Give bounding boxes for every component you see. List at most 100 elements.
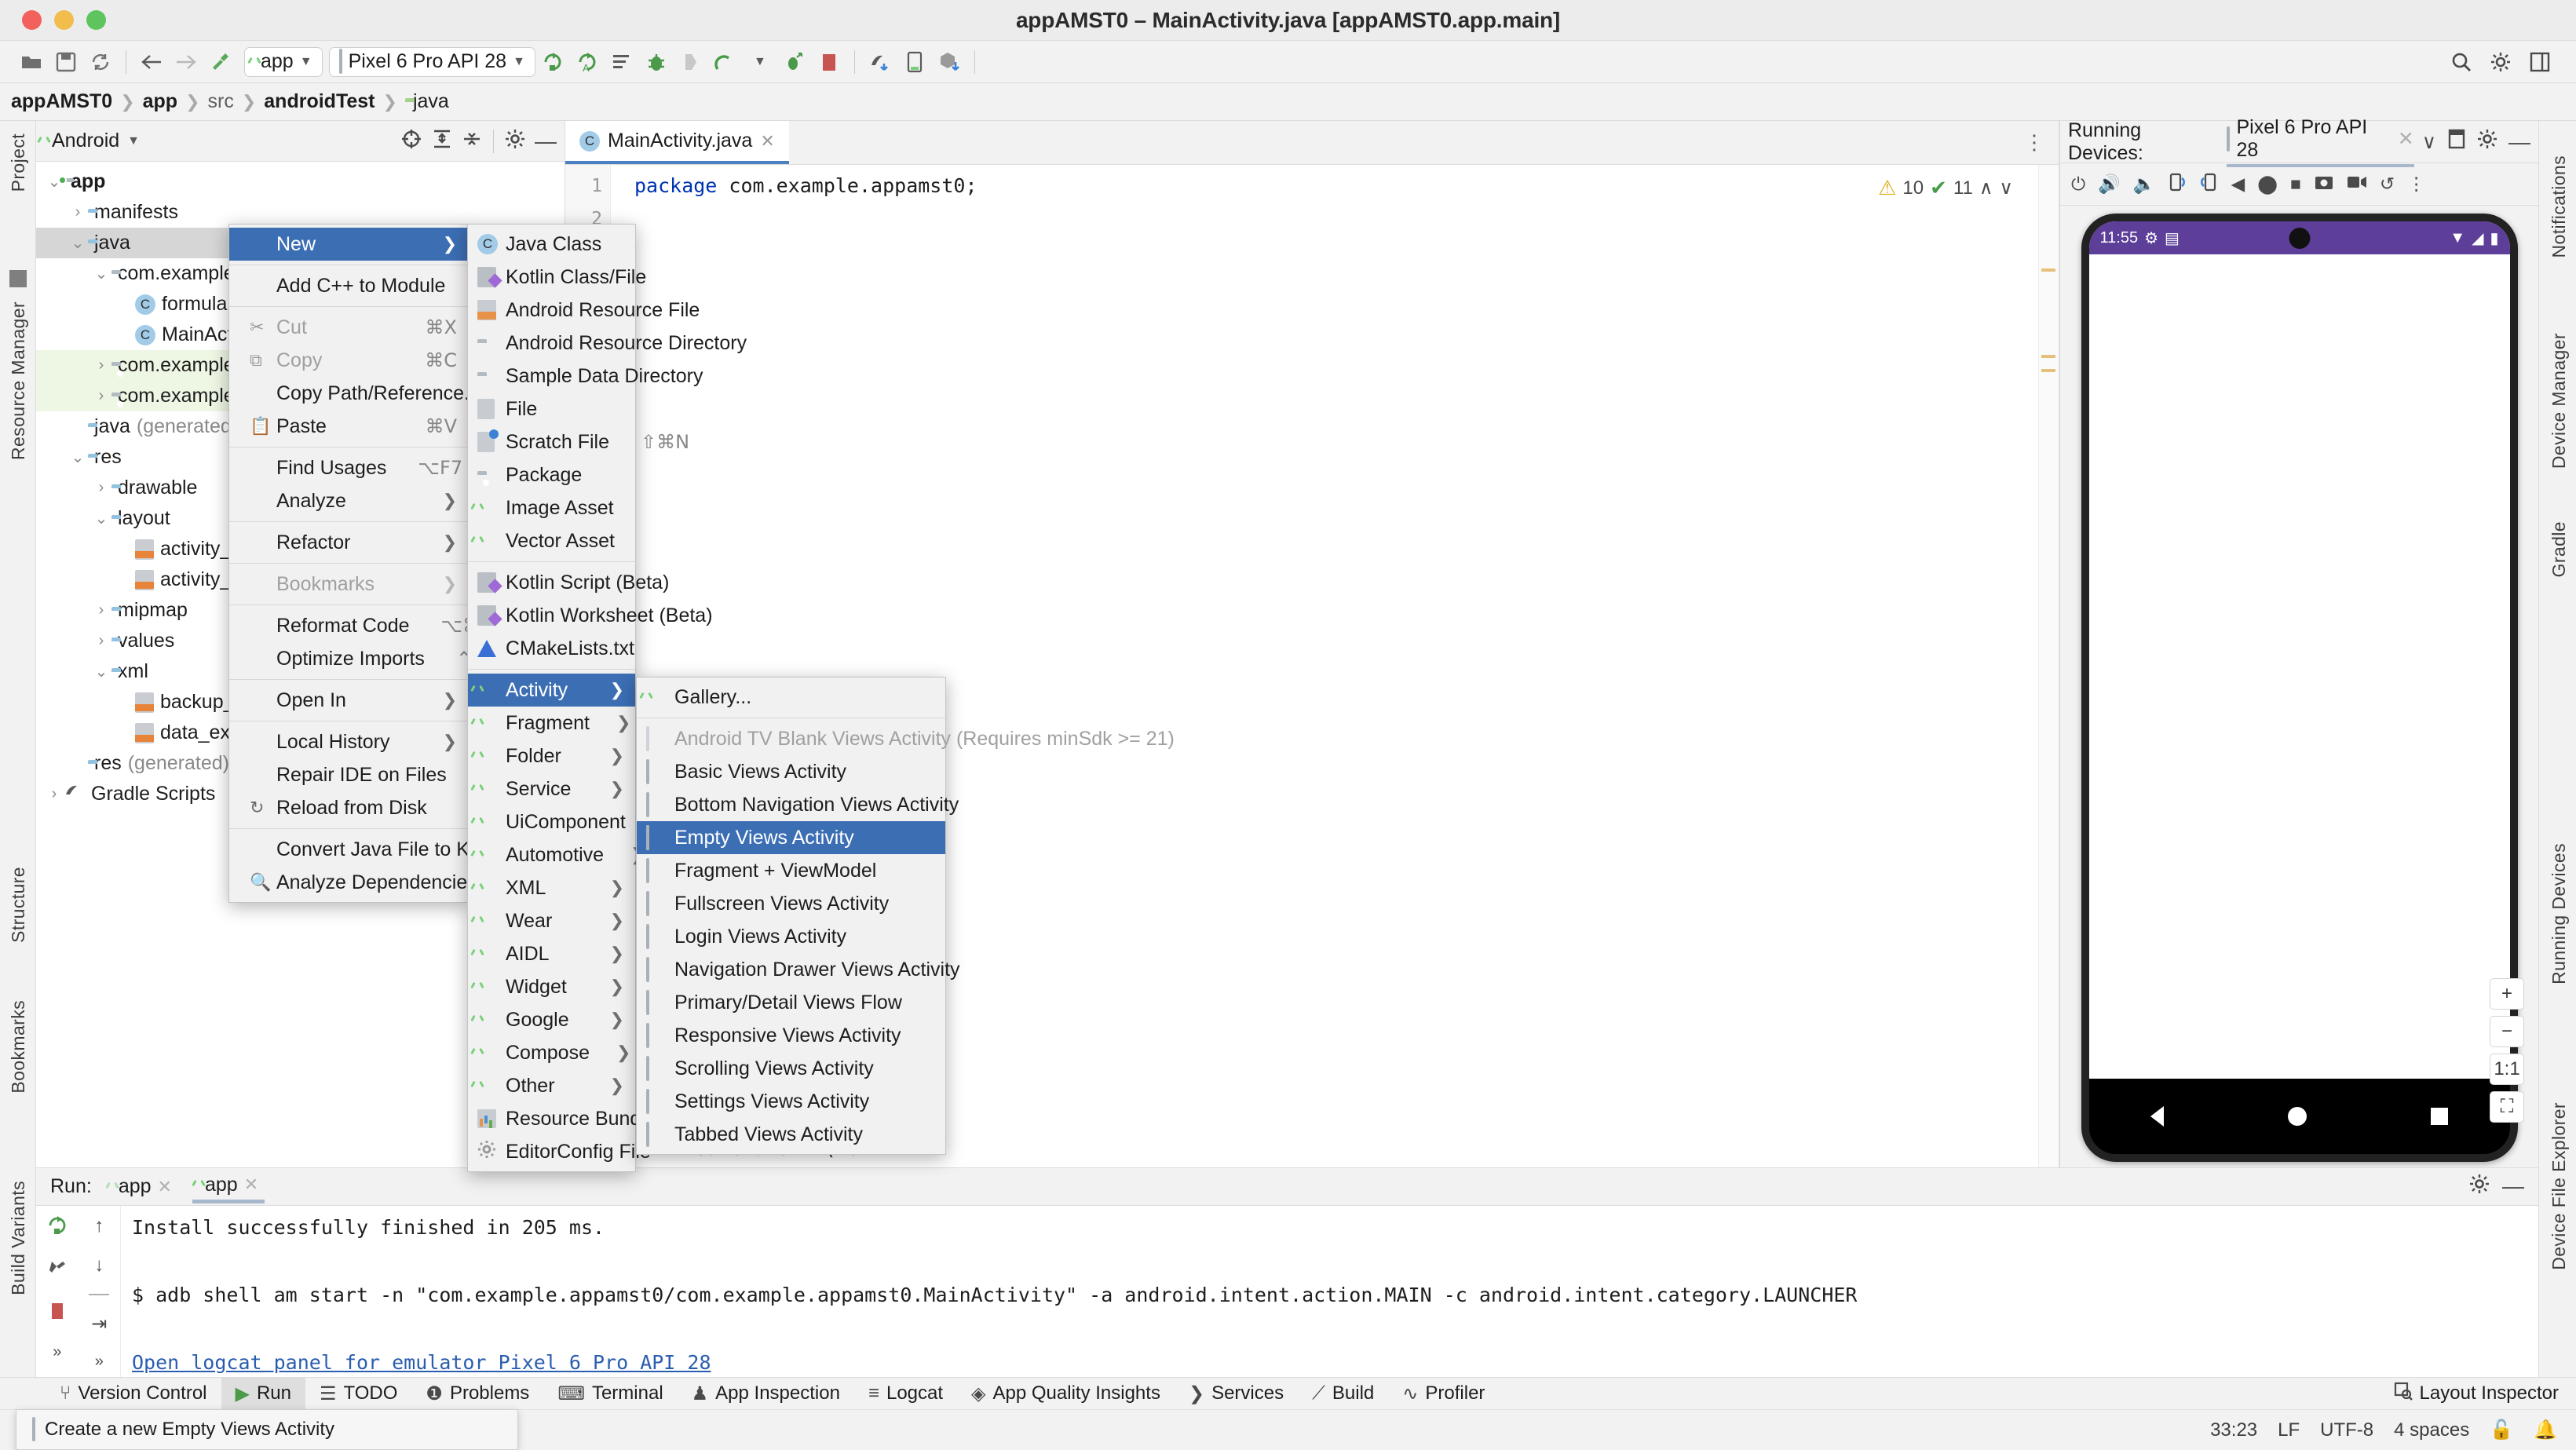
chevron-right-icon[interactable]: ›	[91, 479, 111, 497]
line-separator[interactable]: LF	[2278, 1419, 2300, 1441]
open-project-icon[interactable]	[14, 46, 49, 78]
context-menu-item-open-in[interactable]: Open In ❯	[229, 684, 468, 717]
scroll-up-icon[interactable]: ↑	[94, 1215, 104, 1237]
debug-attach-icon[interactable]	[777, 46, 812, 78]
rail-label-resource-manager[interactable]: Resource Manager	[8, 301, 29, 460]
chevron-down-icon[interactable]: ⌄	[68, 233, 88, 253]
activity-submenu-item-settings-views-activity[interactable]: Settings Views Activity	[637, 1085, 945, 1118]
tool-window-profiler[interactable]: ∿ Profiler	[1388, 1378, 1499, 1410]
context-menu[interactable]: New ❯ Add C++ to Module ✂ Cut ⌘X ⧉ Copy ⌘C Copy P…	[228, 224, 643, 903]
rail-label-structure[interactable]: Structure	[8, 867, 29, 943]
rotate-right-icon[interactable]	[2199, 172, 2218, 197]
hide-panel-icon[interactable]: —	[535, 129, 557, 154]
window-mode-icon[interactable]	[2447, 129, 2466, 155]
activity-submenu-item-login-views-activity[interactable]: Login Views Activity	[637, 920, 945, 953]
emulator-zoom-controls[interactable]: + − 1:1 ⛶	[2490, 978, 2524, 1123]
run-all-icon[interactable]: A	[570, 46, 605, 78]
prev-problem-icon[interactable]: ∧	[1979, 177, 1993, 199]
editor-scrollbar[interactable]	[2038, 165, 2059, 1240]
breadcrumb-item[interactable]: src	[208, 90, 234, 113]
file-encoding[interactable]: UTF-8	[2320, 1419, 2373, 1441]
chevron-down-icon[interactable]: ▼	[743, 46, 777, 78]
breadcrumb-item[interactable]: androidTest	[264, 90, 375, 113]
gradle-sync-icon[interactable]	[863, 46, 897, 78]
new-submenu-item-service[interactable]: Service ❯	[468, 772, 635, 805]
tool-window-build[interactable]: ⟋ Build	[1298, 1378, 1388, 1410]
run-configuration-selector[interactable]: app ▼	[244, 46, 323, 77]
restore-icon[interactable]: ↺	[2380, 173, 2395, 195]
gear-icon[interactable]	[505, 129, 525, 153]
activity-submenu-item-gallery[interactable]: Gallery...	[637, 681, 945, 714]
volume-down-icon[interactable]: 🔈	[2133, 173, 2156, 195]
new-submenu-item-kotlin-worksheet-beta[interactable]: Kotlin Worksheet (Beta)	[468, 599, 713, 632]
new-submenu-item-cmakelists-txt[interactable]: CMakeLists.txt	[468, 632, 635, 665]
rotate-left-icon[interactable]	[2168, 172, 2187, 197]
new-submenu-item-wear[interactable]: Wear ❯	[468, 904, 635, 937]
back-button-icon[interactable]: ◀	[2231, 173, 2245, 195]
rail-label-build-variants[interactable]: Build Variants	[8, 1181, 29, 1295]
expand-sidebar-icon[interactable]: »	[95, 1353, 104, 1371]
nav-back-icon[interactable]	[2150, 1106, 2165, 1127]
collapse-all-icon[interactable]	[462, 129, 482, 153]
logcat-link[interactable]: Open logcat panel for emulator Pixel 6 P…	[132, 1351, 711, 1374]
new-submenu-item-activity[interactable]: Activity ❯	[468, 674, 635, 707]
overview-button-icon[interactable]: ■	[2290, 173, 2301, 195]
context-menu-item-find-usages[interactable]: Find Usages ⌥F7	[229, 451, 468, 484]
rail-label-running-devices[interactable]: Running Devices	[2549, 843, 2570, 984]
new-submenu-item-image-asset[interactable]: Image Asset	[468, 491, 635, 524]
tool-window-layout-inspector[interactable]: Layout Inspector	[2394, 1378, 2559, 1410]
new-submenu-item-vector-asset[interactable]: Vector Asset	[468, 524, 635, 557]
new-submenu-item-sample-data-directory[interactable]: Sample Data Directory	[468, 360, 703, 393]
context-menu-item-refactor[interactable]: Refactor ❯	[229, 526, 468, 559]
gear-icon[interactable]	[2477, 129, 2497, 155]
tool-window-app-inspection[interactable]: ♟ App Inspection	[678, 1378, 854, 1410]
close-icon[interactable]: ✕	[760, 131, 774, 152]
rail-label-bookmarks[interactable]: Bookmarks	[8, 1000, 29, 1094]
breadcrumb-item[interactable]: appAMST0	[11, 90, 112, 113]
project-view-selector-label[interactable]: Android	[52, 130, 119, 152]
new-submenu-item-uicomponent[interactable]: UiComponent❯	[468, 805, 667, 838]
notification-icon[interactable]: 🔔	[2534, 1419, 2557, 1441]
context-menu-item-analyze[interactable]: Analyze ❯	[229, 484, 468, 517]
device-selector[interactable]: Pixel 6 Pro API 28 ▼	[328, 46, 535, 77]
power-icon[interactable]: ⏻	[2071, 173, 2085, 195]
attach-debugger-icon[interactable]	[674, 46, 708, 78]
new-submenu-item-java-class[interactable]: C Java Class	[468, 228, 635, 261]
tool-window-run[interactable]: ▶ Run	[221, 1377, 305, 1410]
activity-submenu-item-bottom-navigation-views-activity[interactable]: Bottom Navigation Views Activity	[637, 788, 959, 821]
activity-submenu-item-fullscreen-views-activity[interactable]: Fullscreen Views Activity	[637, 887, 945, 920]
profile-icon[interactable]	[708, 46, 743, 78]
forward-icon[interactable]	[169, 46, 203, 78]
activity-submenu-item-navigation-drawer-views-activity[interactable]: Navigation Drawer Views Activity	[637, 953, 960, 986]
hide-panel-icon[interactable]: —	[2508, 130, 2530, 155]
back-icon[interactable]	[134, 46, 169, 78]
context-menu-item-reformat-code[interactable]: Reformat Code⌥⌘L	[229, 609, 492, 642]
chevron-right-icon[interactable]: ›	[44, 785, 64, 803]
expand-sidebar-icon[interactable]: »	[53, 1343, 61, 1361]
rail-label-project[interactable]: Project	[8, 133, 29, 192]
new-submenu-item-android-resource-directory[interactable]: Android Resource Directory	[468, 327, 747, 360]
context-menu-item-reload-from-disk[interactable]: ↻ Reload from Disk	[229, 791, 468, 824]
new-submenu-item-folder[interactable]: Folder ❯	[468, 740, 635, 772]
context-menu-item-copy-path-reference[interactable]: Copy Path/Reference...	[229, 377, 480, 410]
select-opened-file-icon[interactable]	[400, 128, 422, 154]
activity-submenu-item-empty-views-activity[interactable]: Empty Views Activity	[637, 821, 945, 854]
close-icon[interactable]: ✕	[244, 1174, 258, 1195]
context-menu-item-paste[interactable]: 📋 Paste ⌘V	[229, 410, 468, 443]
new-submenu-item-google[interactable]: Google ❯	[468, 1003, 635, 1036]
tool-window-terminal[interactable]: ⌨ Terminal	[543, 1378, 677, 1410]
run-tab-app-2[interactable]: app ✕	[192, 1171, 265, 1203]
new-submenu-item-android-resource-file[interactable]: Android Resource File	[468, 294, 700, 327]
more-actions-icon[interactable]: ⋮	[2407, 173, 2425, 195]
new-submenu-item-widget[interactable]: Widget ❯	[468, 970, 635, 1003]
record-screen-icon[interactable]	[2347, 173, 2367, 195]
tool-window-version-control[interactable]: ⑂ Version Control	[46, 1378, 221, 1410]
new-submenu-item-fragment[interactable]: Fragment ❯	[468, 707, 635, 740]
chevron-down-icon[interactable]: ⌄	[68, 447, 88, 467]
editor-tab-mainactivity[interactable]: C MainActivity.java ✕	[565, 121, 789, 164]
tree-node-app[interactable]: ⌄ app	[36, 166, 565, 197]
project-rail-icon[interactable]	[9, 270, 27, 287]
context-menu-item-analyze-dependencies[interactable]: 🔍 Analyze Dependencies...	[229, 866, 494, 899]
build-hammer-icon[interactable]	[203, 46, 238, 78]
context-menu-item-local-history[interactable]: Local History ❯	[229, 725, 468, 758]
